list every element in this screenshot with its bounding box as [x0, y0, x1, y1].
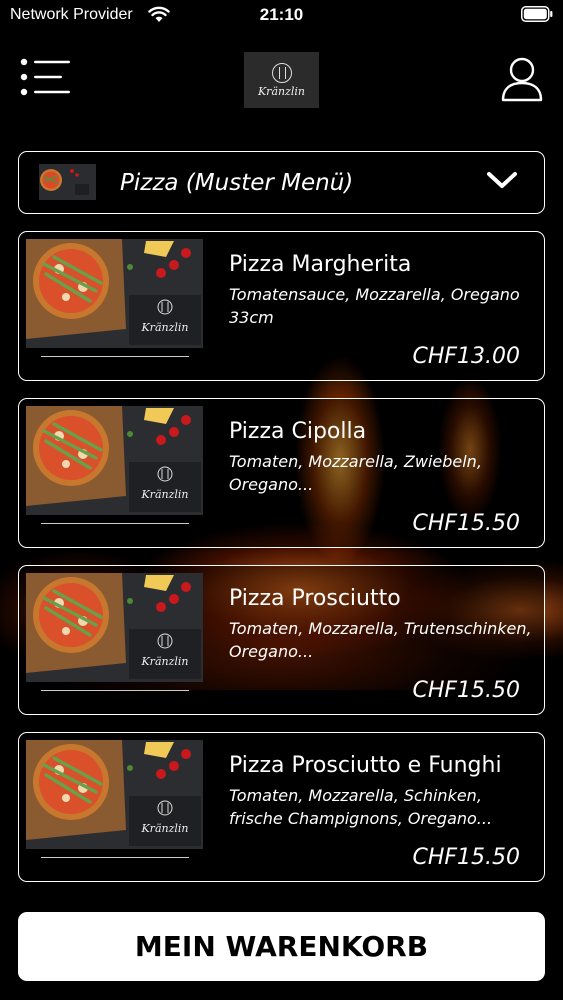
product-price: CHF15.50 — [412, 678, 520, 703]
product-price: CHF13.00 — [412, 344, 520, 369]
product-description: Tomaten, Mozzarella, Zwiebeln, Oregano..… — [229, 452, 482, 494]
chevron-down-icon[interactable] — [486, 170, 518, 192]
product-name: Pizza Cipolla — [229, 419, 367, 444]
product-list: Kränzlin Pizza Margherita Tomatensauce, … — [18, 231, 545, 899]
product-description: Tomaten, Mozzarella, Trutenschinken, Ore… — [229, 619, 532, 661]
battery-icon — [521, 6, 553, 22]
image-logo-text: Kränzlin — [140, 655, 188, 668]
product-image: Kränzlin — [26, 740, 203, 849]
divider — [41, 523, 189, 524]
image-logo-text: Kränzlin — [140, 822, 188, 835]
product-description: Tomaten, Mozzarella, Schinken, frische C… — [229, 786, 493, 828]
product-image: Kränzlin — [26, 239, 203, 348]
divider — [41, 356, 189, 357]
cutlery-icon — [271, 62, 292, 83]
user-icon[interactable] — [501, 56, 543, 102]
product-card[interactable]: Kränzlin Pizza Prosciutto e Funghi Tomat… — [18, 732, 545, 882]
status-time: 21:10 — [259, 5, 304, 24]
image-logo-text: Kränzlin — [140, 321, 188, 334]
divider — [41, 690, 189, 691]
product-name: Pizza Prosciutto e Funghi — [229, 753, 502, 778]
product-card[interactable]: Kränzlin Pizza Cipolla Tomaten, Mozzarel… — [18, 398, 545, 548]
product-name: Pizza Margherita — [229, 252, 412, 277]
category-thumbnail — [39, 164, 96, 200]
restaurant-logo[interactable]: Kränzlin — [244, 52, 319, 108]
product-name: Pizza Prosciutto — [229, 586, 401, 611]
menu-icon[interactable] — [20, 58, 72, 96]
app-header: Kränzlin — [0, 48, 563, 112]
product-image: Kränzlin — [26, 573, 203, 682]
divider — [41, 857, 189, 858]
category-label: Pizza (Muster Menü) — [120, 170, 354, 196]
image-logo-text: Kränzlin — [140, 488, 188, 501]
product-card[interactable]: Kränzlin Pizza Margherita Tomatensauce, … — [18, 231, 545, 381]
product-description: Tomatensauce, Mozzarella, Oregano 33cm — [229, 285, 520, 327]
product-price: CHF15.50 — [412, 845, 520, 870]
product-price: CHF15.50 — [412, 511, 520, 536]
status-bar: Network Provider 21:10 — [0, 0, 563, 30]
product-image: Kränzlin — [26, 406, 203, 515]
logo-text: Kränzlin — [257, 84, 306, 98]
category-dropdown[interactable]: Pizza (Muster Menü) — [18, 151, 545, 214]
cart-button[interactable]: MEIN WARENKORB — [18, 912, 545, 981]
product-card[interactable]: Kränzlin Pizza Prosciutto Tomaten, Mozza… — [18, 565, 545, 715]
